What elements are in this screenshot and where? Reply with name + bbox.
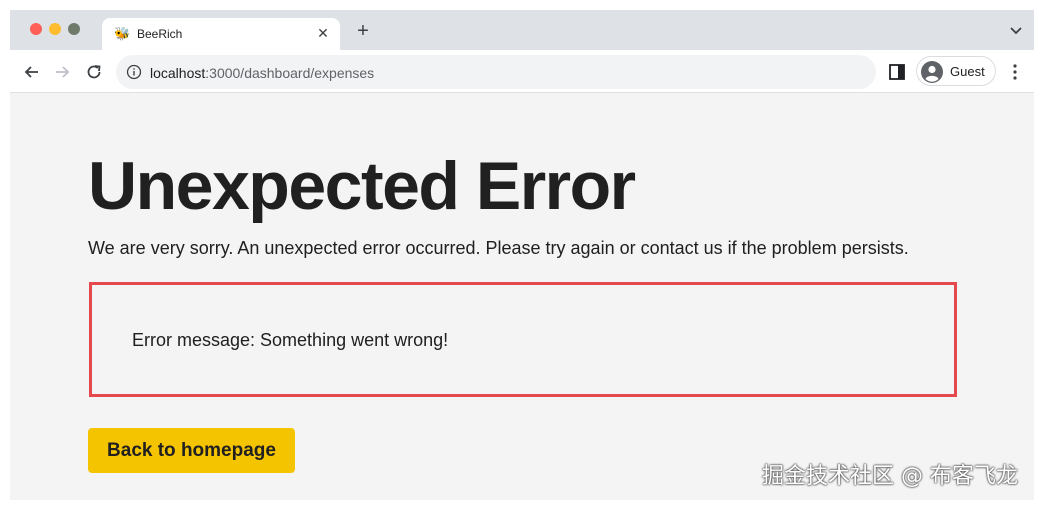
browser-toolbar: localhost:3000/dashboard/expenses Guest (10, 50, 1034, 93)
bee-icon: 🐝 (114, 26, 131, 41)
tab-strip: 🐝 BeeRich ✕ + (10, 10, 1034, 50)
error-message-box: Error message: Something went wrong! (89, 282, 957, 397)
tab-close-icon[interactable]: ✕ (314, 24, 332, 42)
info-icon[interactable] (126, 64, 142, 80)
watermark: 掘金技术社区 @ 布客飞龙 (762, 464, 1018, 489)
url-text: localhost:3000/dashboard/expenses (150, 65, 374, 81)
window-maximize-button[interactable] (68, 23, 80, 35)
avatar-icon (921, 61, 943, 83)
url-path: :3000/dashboard/expenses (205, 65, 375, 81)
new-tab-icon[interactable]: + (353, 21, 373, 41)
error-message: Error message: Something went wrong! (132, 330, 449, 350)
chevron-down-icon[interactable] (1008, 22, 1024, 38)
error-description: We are very sorry. An unexpected error o… (88, 238, 909, 258)
tab-beerich[interactable]: 🐝 BeeRich ✕ (102, 18, 340, 50)
more-menu-icon[interactable] (1007, 63, 1023, 81)
side-panel-icon[interactable] (888, 63, 906, 81)
tab-title: BeeRich (137, 27, 183, 41)
back-to-homepage-button[interactable]: Back to homepage (88, 428, 295, 473)
profile-label: Guest (950, 64, 985, 79)
reload-icon[interactable] (84, 62, 104, 82)
url-host: localhost (150, 65, 206, 81)
address-bar[interactable]: localhost:3000/dashboard/expenses (116, 55, 876, 89)
page-content: Unexpected Error We are very sorry. An u… (10, 94, 1034, 500)
forward-arrow-icon[interactable] (52, 62, 72, 82)
profile-button[interactable]: Guest (916, 56, 996, 86)
browser-window: 🐝 BeeRich ✕ + localhost:3000/dashboard/e… (10, 10, 1034, 500)
back-arrow-icon[interactable] (22, 62, 42, 82)
window-close-button[interactable] (30, 23, 42, 35)
page-title: Unexpected Error (88, 148, 636, 224)
window-minimize-button[interactable] (49, 23, 61, 35)
